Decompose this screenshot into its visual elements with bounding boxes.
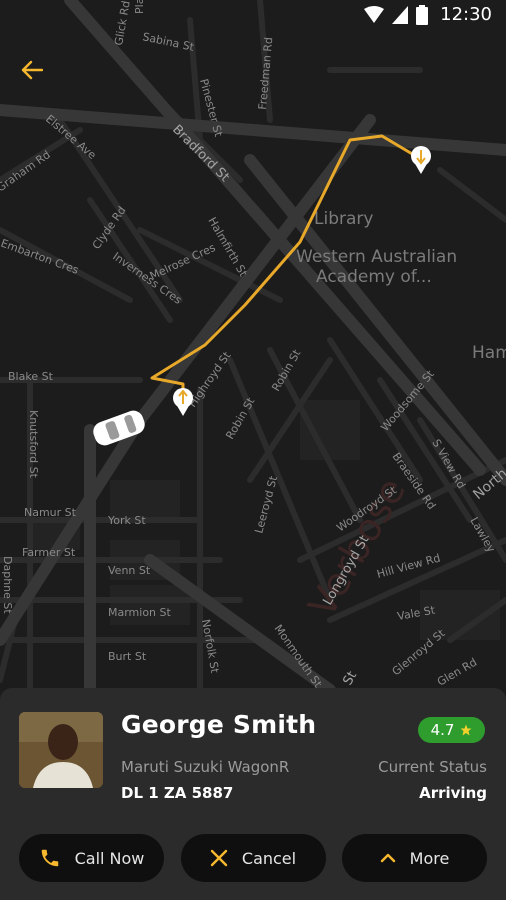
- more-button[interactable]: More: [342, 834, 487, 882]
- more-label: More: [409, 848, 450, 868]
- phone-icon: [41, 849, 58, 867]
- call-now-label: Call Now: [74, 848, 145, 868]
- driver-name: George Smith: [121, 710, 317, 739]
- action-bar: Call Now Cancel More: [19, 834, 487, 882]
- signal-icon: [392, 5, 409, 24]
- status-label: Current Status: [378, 758, 487, 776]
- road-label: Knutsford St: [27, 410, 40, 479]
- driver-info-sheet: George Smith Maruti Suzuki WagonR DL 1 Z…: [0, 688, 506, 900]
- rating-badge: 4.7: [418, 717, 485, 743]
- road-label: York St: [107, 514, 146, 527]
- poi-label: Library: [314, 209, 373, 229]
- road-label: Daphne St: [1, 556, 14, 614]
- road-label: Marmion St: [108, 606, 172, 619]
- road-label: Venn St: [108, 564, 151, 577]
- road-label: Namur St: [24, 506, 77, 519]
- road-label: Farmer St: [22, 546, 76, 559]
- status-icons: 12:30: [364, 4, 492, 25]
- arrow-left-icon: [21, 60, 43, 80]
- poi-label: Academy of...: [316, 267, 432, 287]
- close-icon: [210, 849, 228, 867]
- chevron-up-icon: [380, 853, 395, 863]
- star-icon: [460, 724, 472, 736]
- road-label: Burt St: [108, 650, 147, 663]
- wifi-icon: [364, 5, 385, 23]
- poi-label: Ham: [472, 343, 506, 363]
- car-model: Maruti Suzuki WagonR: [121, 758, 290, 776]
- call-now-button[interactable]: Call Now: [19, 834, 164, 882]
- poi-label: Western Australian: [296, 247, 457, 267]
- cancel-label: Cancel: [241, 848, 297, 868]
- status-value: Arriving: [419, 784, 487, 802]
- back-button[interactable]: [14, 52, 50, 88]
- status-time: 12:30: [440, 4, 492, 25]
- car-plate: DL 1 ZA 5887: [121, 784, 234, 802]
- cancel-button[interactable]: Cancel: [180, 834, 326, 882]
- driver-avatar: [19, 712, 103, 788]
- road-label: Blake St: [8, 370, 54, 383]
- battery-icon: [416, 4, 429, 25]
- rating-value: 4.7: [430, 721, 455, 739]
- status-bar: 12:30: [0, 0, 506, 32]
